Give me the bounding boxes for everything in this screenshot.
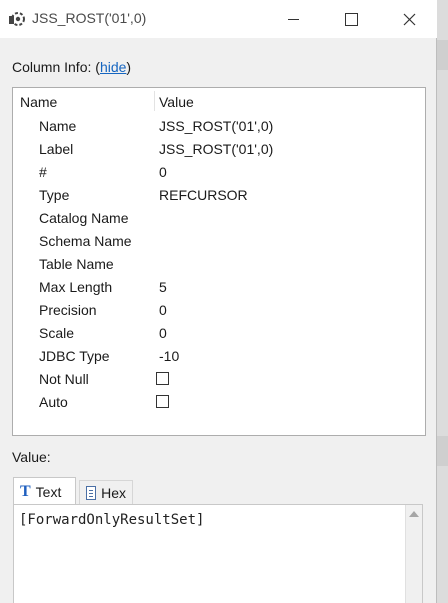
- maximize-icon: [344, 12, 358, 26]
- value-text-area[interactable]: [ForwardOnlyResultSet]: [13, 504, 423, 603]
- tab-text[interactable]: T Text: [13, 477, 76, 505]
- column-info-label-text: Column Info: (: [12, 59, 100, 75]
- property-name: Scale: [39, 325, 75, 341]
- property-checkbox[interactable]: [156, 372, 169, 385]
- column-info-label-end: ): [126, 59, 132, 75]
- table-row[interactable]: Precision 0: [13, 299, 425, 322]
- property-name: Type: [39, 187, 70, 203]
- property-value: 0: [159, 325, 167, 341]
- scroll-up-arrow-icon[interactable]: [409, 511, 419, 517]
- window-title: JSS_ROST('01',0): [32, 10, 147, 26]
- header-value[interactable]: Value: [159, 94, 194, 110]
- table-row[interactable]: Schema Name: [13, 230, 425, 253]
- close-icon: [403, 13, 415, 25]
- column-info-label: Column Info: (hide): [12, 59, 131, 75]
- minimize-icon: [287, 18, 299, 20]
- text-type-icon: T: [20, 482, 31, 500]
- value-content[interactable]: [ForwardOnlyResultSet]: [19, 512, 204, 528]
- property-value: JSS_ROST('01',0): [159, 118, 274, 134]
- property-value: 0: [159, 164, 167, 180]
- property-checkbox[interactable]: [156, 395, 169, 408]
- hex-grid-icon: [86, 486, 97, 500]
- property-name: Label: [39, 141, 74, 157]
- background-window-segment: [437, 436, 448, 466]
- vertical-scrollbar[interactable]: [405, 505, 422, 603]
- property-name: Auto: [39, 394, 68, 410]
- table-row[interactable]: Type REFCURSOR: [13, 184, 425, 207]
- tab-hex-label: Hex: [101, 485, 126, 501]
- value-label: Value:: [12, 449, 51, 465]
- gear-icon: [9, 12, 25, 26]
- table-row[interactable]: JDBC Type -10: [13, 345, 425, 368]
- table-row[interactable]: #0: [13, 161, 425, 184]
- header-name[interactable]: Name: [20, 94, 57, 110]
- title-bar[interactable]: JSS_ROST('01',0): [0, 0, 437, 38]
- property-value: -10: [159, 348, 180, 364]
- table-row[interactable]: Name JSS_ROST('01',0): [13, 115, 425, 138]
- table-row[interactable]: Not Null: [13, 368, 425, 391]
- minimize-button[interactable]: [270, 0, 316, 38]
- property-name: Precision: [39, 302, 97, 318]
- property-name: JDBC Type: [39, 348, 110, 364]
- properties-table: Name Value Name JSS_ROST('01',0) Label JSS_…: [12, 87, 426, 436]
- table-row[interactable]: Catalog Name: [13, 207, 425, 230]
- tab-text-label: Text: [35, 483, 62, 500]
- header-divider[interactable]: [154, 91, 155, 111]
- background-window-edge: [437, 0, 448, 603]
- tab-hex[interactable]: Hex: [79, 480, 133, 505]
- property-value: JSS_ROST('01',0): [159, 141, 274, 157]
- property-value: 5: [159, 279, 167, 295]
- maximize-button[interactable]: [328, 0, 374, 38]
- close-button[interactable]: [386, 0, 432, 38]
- hide-link[interactable]: hide: [100, 59, 126, 75]
- column-info-dialog: JSS_ROST('01',0) Column Info: (hide) Nam…: [0, 0, 437, 603]
- property-name: Name: [39, 118, 77, 134]
- property-name: Table Name: [39, 256, 114, 272]
- table-row[interactable]: Max Length 5: [13, 276, 425, 299]
- property-name: Not Null: [39, 371, 89, 387]
- property-name: Catalog Name: [39, 210, 129, 226]
- property-name: Max Length: [39, 279, 113, 295]
- table-row[interactable]: Scale 0: [13, 322, 425, 345]
- table-row[interactable]: Table Name: [13, 253, 425, 276]
- table-row[interactable]: Auto: [13, 391, 425, 414]
- property-name: #: [39, 164, 47, 180]
- table-row[interactable]: Label JSS_ROST('01',0): [13, 138, 425, 161]
- property-value: REFCURSOR: [159, 187, 248, 203]
- property-name: Schema Name: [39, 233, 132, 249]
- table-header: Name Value: [13, 88, 425, 113]
- property-value: 0: [159, 302, 167, 318]
- background-window-segment: [437, 40, 448, 70]
